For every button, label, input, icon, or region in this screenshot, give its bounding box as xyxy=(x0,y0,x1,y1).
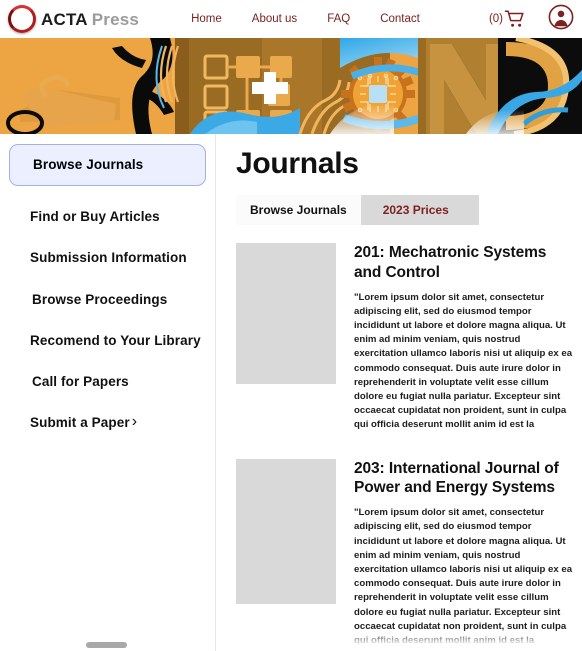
user-avatar-button[interactable] xyxy=(548,4,574,35)
logo-secondary-text: Press xyxy=(91,9,140,29)
nav-home[interactable]: Home xyxy=(191,13,222,25)
main-navigation: Home About us FAQ Contact xyxy=(191,13,420,25)
sidebar-item-submit-a-paper[interactable]: Submit a Paper › xyxy=(0,414,215,432)
journal-list-item[interactable]: 201: Mechatronic Systems and Control "Lo… xyxy=(236,243,582,433)
journal-description: "Lorem ipsum dolor sit amet, consectetur… xyxy=(354,291,573,431)
sidebar-item-label: Find or Buy Articles xyxy=(30,209,160,225)
journal-details: 203: International Journal of Power and … xyxy=(354,459,582,649)
page-title: Journals xyxy=(236,147,359,180)
user-avatar-icon xyxy=(548,4,574,34)
journals-tabbar: Browse Journals 2023 Prices xyxy=(236,195,479,225)
site-logo[interactable]: ACTA Press xyxy=(8,5,139,33)
page-body: Browse Journals Find or Buy Articles Sub… xyxy=(0,134,582,651)
nav-contact[interactable]: Contact xyxy=(380,13,420,25)
nav-faq[interactable]: FAQ xyxy=(327,13,350,25)
journal-cover-thumbnail xyxy=(236,458,336,604)
logo-text: ACTA Press xyxy=(41,11,139,28)
sidebar-item-find-or-buy-articles[interactable]: Find or Buy Articles xyxy=(0,208,215,226)
tab-browse-journals[interactable]: Browse Journals xyxy=(236,195,361,225)
hero-banner xyxy=(0,38,582,134)
journal-description: "Lorem ipsum dolor sit amet, consectetur… xyxy=(354,507,573,646)
journal-details: 201: Mechatronic Systems and Control "Lo… xyxy=(354,243,582,433)
tab-2023-prices[interactable]: 2023 Prices xyxy=(361,195,479,225)
sidebar-item-label: Recomend to Your Library xyxy=(30,332,201,348)
cart-count-label: (0) xyxy=(488,13,503,25)
sidebar: Browse Journals Find or Buy Articles Sub… xyxy=(0,134,216,651)
sidebar-item-recommend-to-library[interactable]: Recomend to Your Library xyxy=(0,332,215,350)
journal-cover-thumbnail xyxy=(236,243,336,384)
sidebar-item-label: Browse Proceedings xyxy=(32,291,168,307)
sidebar-item-label: Browse Journals xyxy=(33,157,144,172)
journal-list-item[interactable]: 203: International Journal of Power and … xyxy=(236,458,582,649)
sidebar-item-browse-journals[interactable]: Browse Journals xyxy=(9,144,206,187)
journal-title[interactable]: 203: International Journal of Power and … xyxy=(354,459,574,499)
nav-about-us[interactable]: About us xyxy=(252,13,297,25)
sidebar-item-call-for-papers[interactable]: Call for Papers xyxy=(0,373,215,391)
acta-ring-logo-icon xyxy=(8,5,36,33)
sidebar-item-label: Submission Information xyxy=(30,250,187,266)
main-content: Journals Browse Journals 2023 Prices 201… xyxy=(216,134,582,651)
cart-button[interactable]: (0) xyxy=(489,9,526,29)
sidebar-item-submission-information[interactable]: Submission Information xyxy=(0,249,215,267)
sidebar-scroll-indicator[interactable] xyxy=(86,642,127,648)
sidebar-item-browse-proceedings[interactable]: Browse Proceedings xyxy=(0,291,215,309)
shopping-cart-icon xyxy=(504,9,526,29)
header-actions: (0) xyxy=(489,0,574,38)
banner-hero-illustration-icon xyxy=(0,38,582,134)
chevron-right-icon: › xyxy=(131,413,138,431)
logo-primary-text: ACTA xyxy=(41,9,88,29)
sidebar-item-label: Call for Papers xyxy=(32,374,129,390)
journal-title[interactable]: 201: Mechatronic Systems and Control xyxy=(354,243,574,283)
site-header: ACTA Press Home About us FAQ Contact (0) xyxy=(0,0,582,38)
sidebar-item-label: Submit a Paper xyxy=(30,415,130,431)
